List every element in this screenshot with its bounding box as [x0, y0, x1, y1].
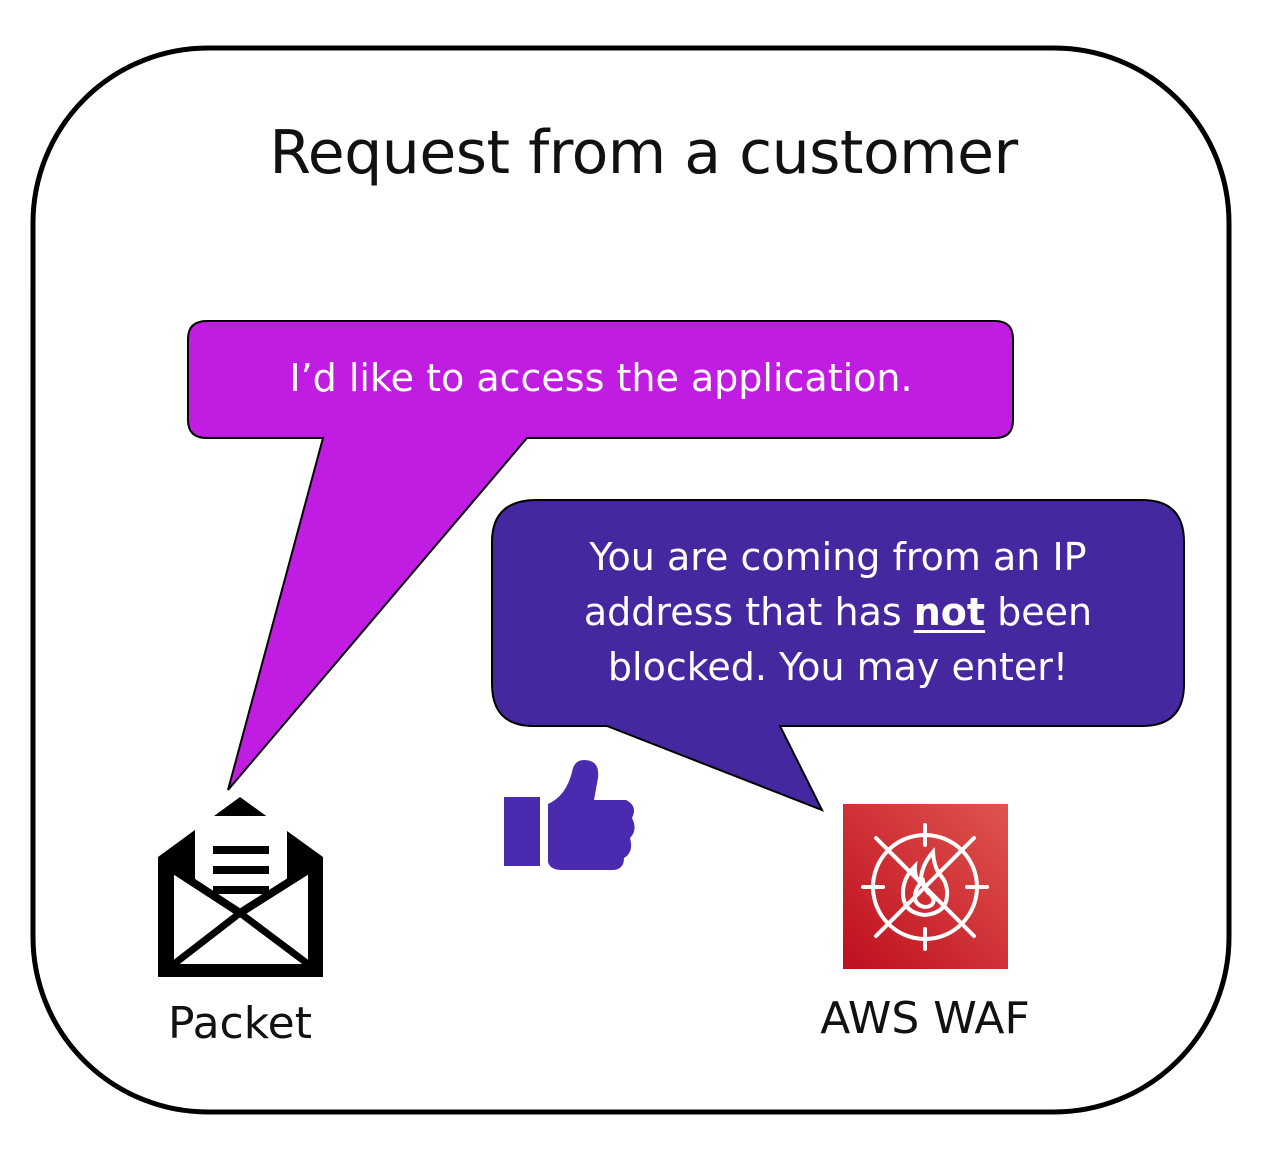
request-bubble-text: I’d like to access the application. — [289, 356, 913, 400]
reply-line-1: You are coming from an IP — [589, 535, 1087, 579]
reply-line-2-after: been — [985, 590, 1093, 634]
reply-line-2-before: address that has — [583, 590, 914, 634]
aws-waf-icon — [843, 804, 1008, 969]
reply-emphasis-not: not — [913, 590, 986, 634]
reply-line-2: address that has not been — [492, 585, 1184, 640]
diagram-canvas: Request from a customer I’d like to acce… — [0, 0, 1287, 1157]
diagram-title: Request from a customer — [269, 118, 1018, 188]
reply-line-3: blocked. You may enter! — [607, 645, 1069, 689]
aws-waf-label: AWS WAF — [820, 993, 1030, 1044]
reply-bubble-text: You are coming from an IP address that h… — [492, 530, 1184, 695]
packet-label: Packet — [168, 998, 312, 1049]
